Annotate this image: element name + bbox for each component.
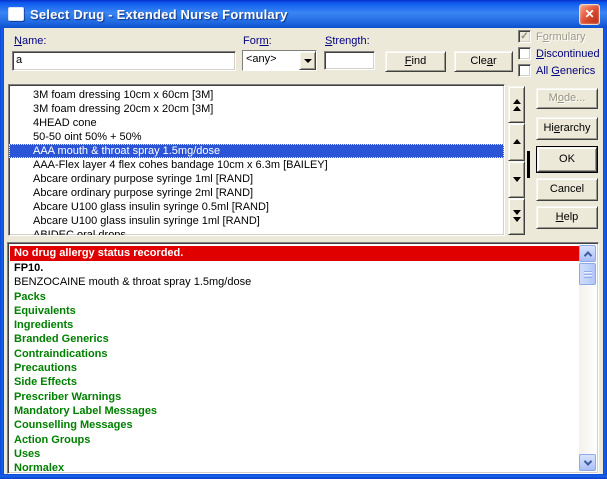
list-item-text: ABIDEC oral drops	[33, 229, 126, 236]
list-item[interactable]: 3M foam dressing 20cm x 20cm [3M]	[9, 102, 504, 116]
info-line[interactable]: Normalex	[10, 461, 579, 471]
list-item[interactable]: 50-50 oint 50% + 50%	[9, 130, 504, 144]
list-item-text: Abcare U100 glass insulin syringe 0.5ml …	[33, 201, 269, 213]
grip-icon	[584, 271, 592, 278]
info-line[interactable]: Equivalents	[10, 304, 579, 318]
list-item[interactable]: Abcare U100 glass insulin syringe 0.5ml …	[9, 200, 504, 214]
double-up-arrow-icon	[513, 99, 521, 104]
clear-button[interactable]: Clear	[454, 51, 513, 72]
list-scrollbar[interactable]	[508, 86, 525, 235]
list-item[interactable]: 4HEAD cone	[9, 116, 504, 130]
chevron-down-icon	[583, 457, 591, 465]
list-item-text: Abcare ordinary purpose syringe 1ml [RAN…	[33, 173, 253, 185]
application-icon	[8, 7, 24, 21]
list-item[interactable]: AAA mouth & throat spray 1.5mg/dose	[9, 144, 504, 158]
list-item-text: AAA-Flex layer 4 flex cohes bandage 10cm…	[33, 159, 328, 171]
chevron-up-icon	[583, 251, 591, 259]
all-generics-checkbox[interactable]: All Generics	[518, 64, 595, 77]
window-border-left	[0, 28, 4, 474]
separator-mark	[527, 151, 530, 178]
scroll-to-top-button[interactable]	[508, 86, 525, 123]
window-border-right	[603, 28, 607, 474]
info-line[interactable]: Prescriber Warnings	[10, 390, 579, 404]
formulary-checkbox: ✓ Formulary	[518, 30, 586, 43]
info-line[interactable]: Branded Generics	[10, 332, 579, 346]
info-line[interactable]: Counselling Messages	[10, 418, 579, 432]
scrollbar-thumb[interactable]	[579, 263, 596, 285]
list-item-text: Abcare U100 glass insulin syringe 1ml [R…	[33, 215, 260, 227]
form-selected-value: <any>	[243, 51, 299, 70]
list-item-text: 50-50 oint 50% + 50%	[33, 131, 142, 143]
scroll-to-bottom-button[interactable]	[508, 198, 525, 235]
find-button[interactable]: Find	[385, 51, 446, 72]
ok-button[interactable]: OK	[537, 147, 597, 172]
name-label: Name:	[14, 35, 46, 47]
strength-label: Strength:	[325, 35, 370, 47]
info-scrollbar[interactable]	[579, 245, 596, 471]
info-line[interactable]: Precautions	[10, 361, 579, 375]
drug-info-panel: No drug allergy status recorded. FP10.BE…	[7, 242, 599, 474]
all-generics-label: All Generics	[536, 65, 595, 77]
info-line: BENZOCAINE mouth & throat spray 1.5mg/do…	[10, 275, 579, 289]
help-button[interactable]: Help	[536, 206, 598, 229]
titlebar[interactable]: Select Drug - Extended Nurse Formulary	[0, 0, 607, 28]
discontinued-label: Discontinued	[536, 48, 600, 60]
form-select[interactable]: <any>	[242, 50, 317, 71]
window-title: Select Drug - Extended Nurse Formulary	[30, 7, 288, 22]
info-line[interactable]: Side Effects	[10, 375, 579, 389]
double-down-arrow-icon	[513, 210, 521, 215]
info-line[interactable]: Uses	[10, 447, 579, 461]
name-input[interactable]: a	[12, 51, 236, 71]
list-item[interactable]: AAA-Flex layer 4 flex cohes bandage 10cm…	[9, 158, 504, 172]
info-line[interactable]: Mandatory Label Messages	[10, 404, 579, 418]
close-icon[interactable]: ✕	[579, 4, 600, 25]
checkbox-icon	[518, 64, 531, 77]
list-item[interactable]: Abcare U100 glass insulin syringe 1ml [R…	[9, 214, 504, 228]
info-line[interactable]: Packs	[10, 290, 579, 304]
checkmark-icon: ✓	[518, 30, 531, 43]
list-item-text: 3M foam dressing 10cm x 60cm [3M]	[33, 89, 213, 101]
scroll-up-button[interactable]	[579, 245, 596, 262]
info-line: FP10.	[10, 261, 579, 275]
form-dropdown-button[interactable]	[299, 51, 316, 70]
list-item[interactable]: Abcare ordinary purpose syringe 2ml [RAN…	[9, 186, 504, 200]
scroll-down-button[interactable]	[579, 454, 596, 471]
list-item-text: AAA mouth & throat spray 1.5mg/dose	[33, 145, 220, 157]
drug-list[interactable]: 3M foam dressing 10cm x 60cm [3M] 3M foa…	[8, 84, 505, 236]
allergy-status-banner: No drug allergy status recorded.	[10, 246, 579, 261]
list-item[interactable]: Abcare ordinary purpose syringe 1ml [RAN…	[9, 172, 504, 186]
list-item[interactable]: ABIDEC oral drops	[9, 228, 504, 236]
formulary-label: Formulary	[536, 31, 586, 43]
hierarchy-button[interactable]: Hierarchy	[536, 117, 598, 140]
scroll-down-button[interactable]	[508, 161, 525, 198]
strength-input[interactable]	[324, 51, 375, 70]
list-item-text: 4HEAD cone	[33, 117, 97, 129]
form-label: Form:	[243, 35, 272, 47]
info-line[interactable]: Contraindications	[10, 347, 579, 361]
discontinued-checkbox[interactable]: Discontinued	[518, 47, 600, 60]
window-border-bottom	[0, 474, 607, 479]
info-line[interactable]: Action Groups	[10, 433, 579, 447]
info-line[interactable]: Ingredients	[10, 318, 579, 332]
up-arrow-icon	[513, 139, 521, 144]
list-item-text: 3M foam dressing 20cm x 20cm [3M]	[33, 103, 213, 115]
cancel-button[interactable]: Cancel	[536, 178, 598, 201]
info-lines: No drug allergy status recorded. FP10.BE…	[10, 246, 579, 471]
mode-button: Mode...	[536, 88, 598, 109]
list-item[interactable]: 3M foam dressing 10cm x 60cm [3M]	[9, 88, 504, 102]
scroll-up-button[interactable]	[508, 123, 525, 160]
select-drug-dialog: Select Drug - Extended Nurse Formulary ✕…	[0, 0, 607, 479]
down-arrow-icon	[513, 177, 521, 182]
list-item-text: Abcare ordinary purpose syringe 2ml [RAN…	[33, 187, 253, 199]
chevron-down-icon	[304, 59, 312, 63]
checkbox-icon	[518, 47, 531, 60]
